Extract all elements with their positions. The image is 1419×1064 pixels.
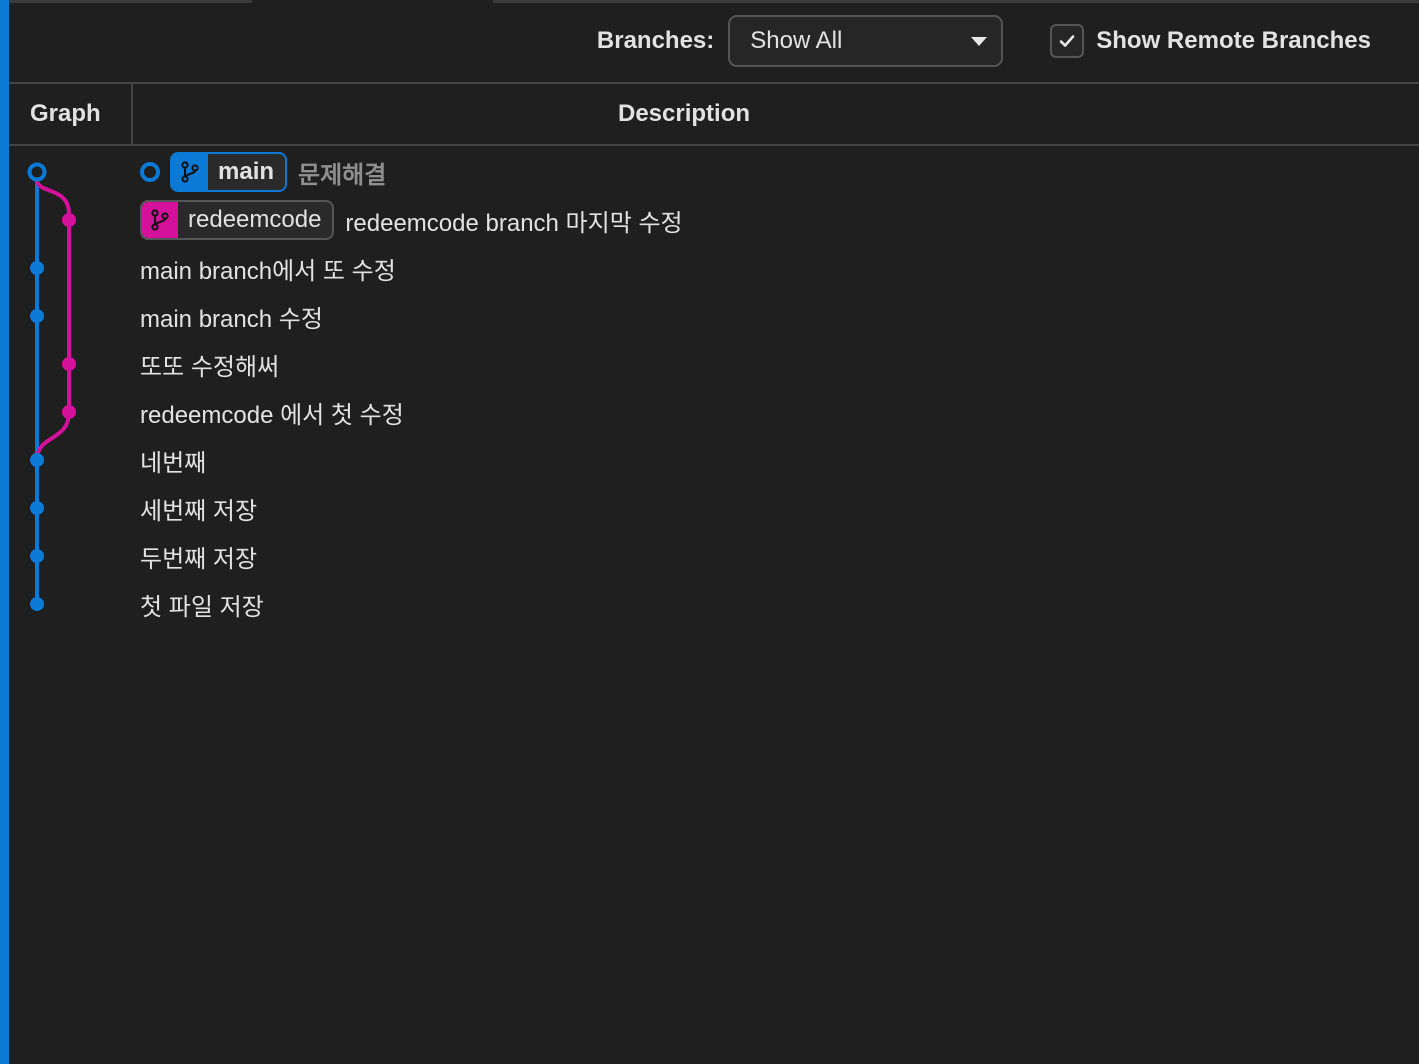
commit-row[interactable]: redeemcode redeemcode branch 마지막 수정 bbox=[140, 196, 1419, 244]
checkmark-icon bbox=[1059, 35, 1075, 47]
column-header-graph[interactable]: Graph bbox=[9, 84, 133, 144]
show-remote-branches-checkbox[interactable] bbox=[1050, 24, 1085, 58]
uncommitted-node bbox=[27, 162, 47, 182]
commit-message: 세번째 저장 bbox=[140, 497, 258, 525]
commit-node bbox=[30, 261, 44, 275]
commit-message: 또또 수정해써 bbox=[140, 353, 280, 381]
branches-dropdown[interactable]: Show All bbox=[728, 15, 1004, 67]
commit-row[interactable]: 첫 파일 저장 bbox=[140, 580, 1419, 628]
commit-list: main 문제해결 redeemcode redeemcode branch 마… bbox=[140, 148, 1419, 628]
commit-graph bbox=[27, 162, 76, 611]
branch-tag-label: redeemcode bbox=[188, 206, 322, 233]
branch-tag-main[interactable]: main bbox=[170, 152, 288, 192]
commit-row[interactable]: 세번째 저장 bbox=[140, 484, 1419, 532]
chevron-down-icon bbox=[971, 36, 988, 46]
commit-message: 첫 파일 저장 bbox=[140, 593, 264, 621]
git-graph-view: Branches: Show All Show Remote Branches … bbox=[0, 0, 1419, 1064]
commit-node bbox=[30, 501, 44, 515]
active-panel-indicator bbox=[0, 0, 9, 1064]
branch-off-curve bbox=[35, 411, 71, 461]
commit-row[interactable]: 네번째 bbox=[140, 436, 1419, 484]
commit-message: redeemcode 에서 첫 수정 bbox=[140, 401, 404, 429]
branches-dropdown-value: Show All bbox=[750, 27, 843, 54]
commit-message: redeemcode branch 마지막 수정 bbox=[345, 209, 683, 237]
commit-message: 문제해결 bbox=[298, 161, 387, 189]
commit-node bbox=[30, 597, 44, 611]
table-header: Graph Description bbox=[9, 84, 1419, 146]
show-remote-branches-label: Show Remote Branches bbox=[1096, 27, 1371, 54]
commit-row[interactable]: 두번째 저장 bbox=[140, 532, 1419, 580]
commit-node bbox=[30, 309, 44, 323]
commit-node bbox=[62, 357, 76, 371]
commit-node bbox=[30, 549, 44, 563]
commit-row[interactable]: main branch에서 또 수정 bbox=[140, 244, 1419, 292]
branch-tag-redeemcode[interactable]: redeemcode bbox=[140, 200, 335, 240]
commit-message: 네번째 bbox=[140, 449, 207, 477]
git-branch-icon bbox=[172, 154, 208, 190]
commit-node bbox=[62, 405, 76, 419]
commit-node bbox=[30, 453, 44, 467]
toolbar: Branches: Show All Show Remote Branches bbox=[9, 0, 1419, 84]
commit-message: 두번째 저장 bbox=[140, 545, 258, 573]
branch-tag-label: main bbox=[218, 158, 275, 185]
commit-message: main branch 수정 bbox=[140, 305, 323, 333]
uncommitted-changes-marker bbox=[140, 162, 160, 182]
column-header-description[interactable]: Description bbox=[133, 84, 1419, 144]
commit-node bbox=[62, 213, 76, 227]
branches-label: Branches: bbox=[596, 27, 715, 54]
show-remote-branches-toggle[interactable]: Show Remote Branches bbox=[1050, 24, 1371, 58]
commit-row[interactable]: 또또 수정해써 bbox=[140, 340, 1419, 388]
merge-curve bbox=[35, 179, 71, 215]
commit-row[interactable]: redeemcode 에서 첫 수정 bbox=[140, 388, 1419, 436]
commit-message: main branch에서 또 수정 bbox=[140, 257, 396, 285]
commit-row[interactable]: main 문제해결 bbox=[140, 148, 1419, 196]
git-branch-icon bbox=[142, 202, 178, 238]
commit-row[interactable]: main branch 수정 bbox=[140, 292, 1419, 340]
